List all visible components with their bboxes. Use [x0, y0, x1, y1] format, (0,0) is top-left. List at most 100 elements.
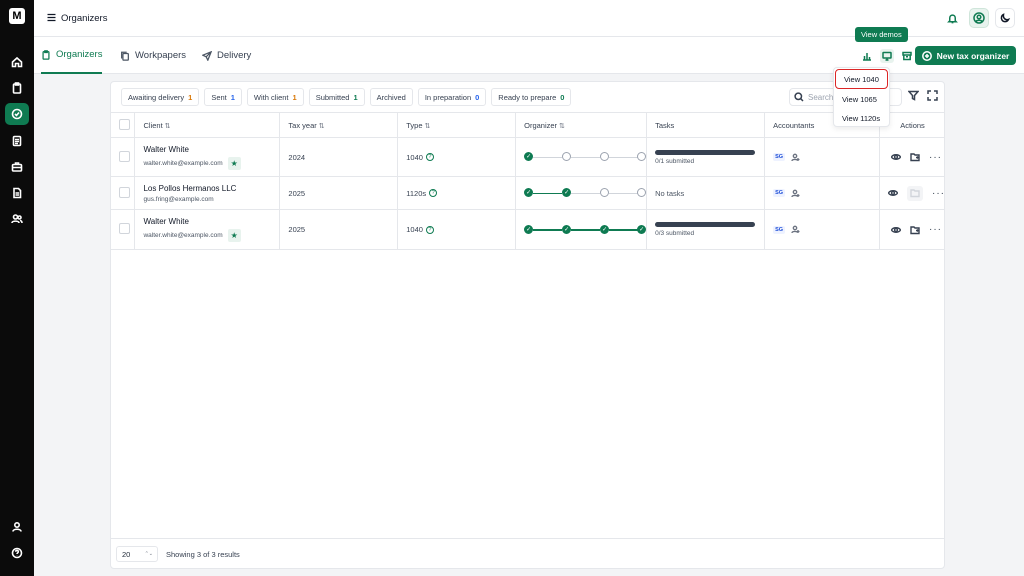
table-row[interactable]: Walter White walter.white@example.com ★ 2…: [111, 209, 945, 250]
task-status: No tasks: [655, 188, 685, 198]
step-pending-icon: [600, 188, 610, 197]
step-complete-icon: ✓: [637, 224, 647, 234]
sort-icon: ⇅: [424, 122, 431, 130]
more-options-icon[interactable]: ···: [929, 152, 942, 163]
client-email: walter.white@example.com: [143, 159, 223, 167]
tax-year: 2025: [279, 209, 399, 250]
column-label: Type: [406, 120, 423, 130]
filter-label: In preparation: [424, 92, 472, 102]
column-label: Tax year: [288, 120, 317, 130]
page-size-select[interactable]: 20 ⌃⌄: [116, 546, 158, 562]
return-type: 1120s: [406, 188, 427, 198]
star-icon[interactable]: ★: [227, 229, 241, 242]
tax-year: 2025: [279, 176, 399, 210]
clipboard-icon[interactable]: [5, 77, 29, 99]
filter-icon[interactable]: [907, 90, 920, 102]
return-type: 1040: [406, 225, 423, 234]
new-tax-organizer-button[interactable]: New tax organizer: [915, 46, 1016, 65]
bell-icon[interactable]: [945, 11, 959, 25]
file-text-icon[interactable]: [5, 182, 29, 204]
filter-count: 0: [475, 92, 480, 102]
clipboard-icon: [42, 49, 50, 60]
help-icon[interactable]: ?: [425, 153, 434, 161]
help-icon[interactable]: ?: [425, 225, 434, 234]
step-complete-icon: ✓: [524, 224, 534, 234]
task-progress-bar: [655, 222, 756, 227]
filter-ready-to-prepare[interactable]: Ready to prepare 0: [491, 88, 572, 106]
help-icon[interactable]: [5, 542, 29, 564]
more-options-icon[interactable]: ···: [932, 188, 945, 199]
tab-organizers[interactable]: Organizers: [41, 49, 103, 74]
home-icon[interactable]: [5, 51, 29, 73]
column-label: Organizer: [524, 120, 558, 130]
add-user-icon[interactable]: [791, 153, 800, 162]
demo-menu: View 1040 View 1065 View 1120s: [833, 67, 890, 127]
menu-item-view-1040[interactable]: View 1040: [835, 69, 888, 89]
organizer-progress: ✓ ✓ ✓ ✓: [524, 224, 647, 235]
view-icon[interactable]: [891, 152, 901, 162]
filter-submitted[interactable]: Submitted 1: [308, 88, 365, 106]
column-header-tax-year[interactable]: Tax year ⇅: [279, 112, 399, 138]
table-row[interactable]: Los Pollos Hermanos LLC gus.fring@exampl…: [111, 176, 945, 210]
filter-awaiting-delivery[interactable]: Awaiting delivery 1: [121, 88, 200, 106]
page-size-value: 20: [122, 549, 131, 559]
dark-mode-toggle[interactable]: [995, 8, 1015, 28]
row-checkbox[interactable]: [119, 223, 130, 234]
sort-icon: ⇅: [164, 122, 171, 130]
menu-item-view-1065[interactable]: View 1065: [834, 90, 889, 109]
menu-item-view-1120s[interactable]: View 1120s: [834, 109, 889, 128]
filter-label: Ready to prepare: [498, 92, 557, 102]
star-icon[interactable]: ★: [227, 156, 241, 170]
document-icon[interactable]: [5, 130, 29, 152]
user-icon[interactable]: [5, 516, 29, 538]
view-icon[interactable]: [888, 188, 898, 198]
archive-icon[interactable]: [900, 49, 914, 63]
row-checkbox[interactable]: [119, 150, 130, 162]
filter-with-client[interactable]: With client 1: [246, 88, 304, 106]
task-status: 0/1 submitted: [655, 157, 695, 165]
add-user-icon[interactable]: [791, 189, 800, 198]
client-name[interactable]: Walter White: [143, 145, 279, 154]
chevron-updown-icon: ⌃⌄: [144, 551, 153, 557]
filter-label: Sent: [211, 92, 227, 102]
filter-sent[interactable]: Sent 1: [204, 88, 242, 106]
select-all-checkbox[interactable]: [119, 118, 130, 130]
row-checkbox[interactable]: [119, 186, 130, 198]
organizer-icon[interactable]: [5, 103, 29, 125]
more-options-icon[interactable]: ···: [929, 224, 942, 235]
task-progress-bar: [655, 149, 756, 155]
chart-icon[interactable]: [860, 49, 874, 63]
send-folder-icon[interactable]: [910, 225, 920, 235]
help-icon[interactable]: ?: [429, 189, 438, 197]
filter-archived[interactable]: Archived: [369, 88, 413, 106]
view-demos-button[interactable]: [880, 49, 894, 63]
table-row[interactable]: Walter White walter.white@example.com ★ 2…: [111, 137, 945, 177]
avatar[interactable]: [969, 8, 989, 28]
fullscreen-icon[interactable]: [927, 90, 939, 102]
send-folder-icon[interactable]: [910, 152, 920, 162]
tab-delivery[interactable]: Delivery: [202, 49, 251, 74]
filter-count: 1: [292, 92, 297, 102]
send-icon: [202, 50, 212, 61]
tab-workpapers[interactable]: Workpapers: [120, 49, 186, 74]
left-rail: M: [0, 0, 34, 576]
organizers-table: Client ⇅ Tax year ⇅ Type ⇅ Organizer ⇅ Tasks…: [111, 112, 945, 250]
client-name[interactable]: Walter White: [143, 217, 279, 226]
add-user-icon[interactable]: [791, 225, 800, 234]
column-header-client[interactable]: Client ⇅: [134, 112, 281, 138]
app-logo[interactable]: M: [9, 8, 25, 24]
column-header-type[interactable]: Type ⇅: [397, 112, 517, 138]
briefcase-icon[interactable]: [5, 156, 29, 178]
menu-icon[interactable]: [47, 13, 56, 22]
client-name[interactable]: Los Pollos Hermanos LLC: [143, 184, 279, 193]
step-pending-icon: [562, 152, 572, 161]
column-header-organizer[interactable]: Organizer ⇅: [515, 112, 648, 138]
users-icon[interactable]: [5, 208, 29, 230]
return-type: 1040: [406, 152, 423, 162]
client-email: gus.fring@example.com: [143, 195, 214, 203]
step-pending-icon: [600, 152, 610, 161]
filter-in-preparation[interactable]: In preparation 0: [417, 88, 487, 106]
view-icon[interactable]: [891, 225, 901, 235]
search-icon: [794, 92, 804, 102]
column-label: Accountants: [773, 120, 815, 130]
